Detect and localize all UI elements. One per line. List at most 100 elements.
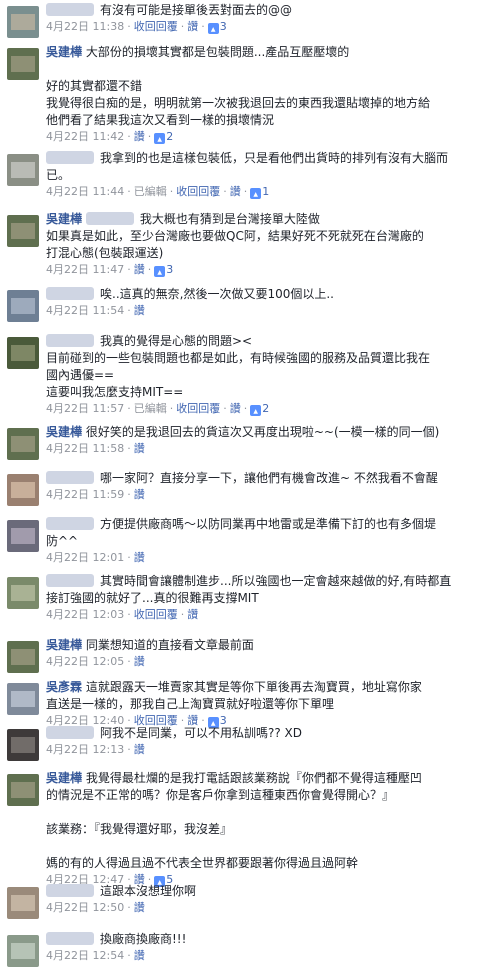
redacted-name <box>46 726 94 739</box>
like-link[interactable]: 讚 <box>187 20 198 33</box>
commenter-name[interactable]: 吳建樺 <box>46 771 82 785</box>
commenter-name[interactable]: 吳建樺 <box>46 212 82 226</box>
comment-text-line: 有沒有可能是接單後丟對面去的@@ <box>46 2 482 19</box>
thumbs-up-icon: ▲ <box>207 23 219 34</box>
comment-time[interactable]: 4月22日 11:59 <box>46 488 124 501</box>
avatar[interactable] <box>7 729 39 761</box>
comment-text: 方便提供廠商嗎～以防同業再中地雷或是準備下訂的也有多個堤 <box>100 517 437 531</box>
avatar[interactable] <box>7 641 39 673</box>
comment-text: 我真的覺得是心態的問題>< <box>100 334 253 348</box>
comment-text: 有沒有可能是接單後丟對面去的@@ <box>100 3 293 17</box>
like-link[interactable]: 讚 <box>134 304 145 317</box>
like-link[interactable]: 讚 <box>134 655 145 668</box>
comment-time[interactable]: 4月22日 11:44 <box>46 185 124 198</box>
comment-time[interactable]: 4月22日 11:57 <box>46 402 124 415</box>
thumbs-up-icon: ▲ <box>250 405 262 416</box>
separator: · <box>201 20 205 33</box>
comment-body: 吳建樺 我覺得最杜爛的是我打電話跟該業務說『你們都不覺得這種壓凹 的情況是不正常的… <box>46 770 482 888</box>
comment-body: 阿我不是同業，可以不用私訓嗎?? XD 4月22日 12:13 · 讚 <box>46 725 482 758</box>
avatar[interactable] <box>7 474 39 506</box>
like-link[interactable]: 讚 <box>230 402 241 415</box>
retract-reply-link[interactable]: 收回回覆 <box>176 402 220 415</box>
commenter-name[interactable]: 吳建樺 <box>46 425 82 439</box>
comment-time[interactable]: 4月22日 12:03 <box>46 608 124 621</box>
like-link[interactable]: 讚 <box>134 949 145 962</box>
comment-text: 如果真是如此，至少台灣廠也要做QC阿，結果好死不死就死在台灣廠的 <box>46 229 424 243</box>
like-count[interactable]: ▲ 3 <box>154 263 173 277</box>
avatar[interactable] <box>7 520 39 552</box>
like-link[interactable]: 讚 <box>134 901 145 914</box>
avatar-face <box>11 691 35 707</box>
separator: · <box>147 263 152 276</box>
comment-text-line <box>46 804 482 821</box>
like-link[interactable]: 讚 <box>134 442 145 455</box>
avatar-face <box>11 649 35 665</box>
comment-text: 國內遇優== <box>46 368 115 382</box>
commenter-name[interactable]: 吳建樺 <box>46 638 82 652</box>
avatar[interactable] <box>7 290 39 322</box>
edited-label[interactable]: 已編輯 <box>134 185 167 198</box>
comment-time[interactable]: 4月22日 12:05 <box>46 655 124 668</box>
like-link[interactable]: 讚 <box>134 551 145 564</box>
avatar[interactable] <box>7 428 39 460</box>
avatar-face <box>11 436 35 452</box>
separator: · <box>127 488 131 501</box>
comment-text: 我大概也有猜到是台灣接單大陸做 <box>139 212 320 226</box>
retract-reply-link[interactable]: 收回回覆 <box>176 185 220 198</box>
avatar[interactable] <box>7 215 39 247</box>
avatar[interactable] <box>7 935 39 967</box>
comment-text-line: 其實時間會讓體制進步...所以強國也一定會越來越做的好,有時都直 <box>46 573 482 590</box>
comment-time[interactable]: 4月22日 11:54 <box>46 304 124 317</box>
comment-time[interactable]: 4月22日 11:42 <box>46 130 124 143</box>
like-link[interactable]: 讚 <box>187 608 198 621</box>
like-link[interactable]: 讚 <box>134 743 145 756</box>
like-count[interactable]: ▲ 1 <box>250 185 269 199</box>
redacted-name <box>46 932 94 945</box>
comment-text-line: 防^^ <box>46 533 482 550</box>
comment-body: 吳建樺 很好笑的是我退回去的貨這次又再度出現啦~~(一模一樣的同一個) 4月22日… <box>46 424 482 457</box>
commenter-name[interactable]: 吳彥霖 <box>46 680 82 694</box>
comment-time[interactable]: 4月22日 12:50 <box>46 901 124 914</box>
comment-time[interactable]: 4月22日 11:58 <box>46 442 124 455</box>
avatar-face <box>11 585 35 601</box>
comment-text-line: 哪一家阿？直接分享一下，讓他們有機會改進~ 不然我看不會醒 <box>46 470 482 487</box>
comment-text: 我覺得很白痴的是，明明就第一次被我退回去的東西我還貼壞掉的地方給 <box>46 96 431 110</box>
commenter-name[interactable]: 吳建樺 <box>46 45 82 59</box>
like-link[interactable]: 讚 <box>134 130 145 143</box>
comment-time[interactable]: 4月22日 11:38 <box>46 20 124 33</box>
comment-text: 這就跟露天一堆賣家其實是等你下單後再去淘寶買，地址寫你家 <box>85 680 422 694</box>
comment-time[interactable]: 4月22日 12:54 <box>46 949 124 962</box>
avatar[interactable] <box>7 154 39 186</box>
avatar[interactable] <box>7 6 39 38</box>
comment-meta: 4月22日 12:01 · 讚 <box>46 550 482 566</box>
comment-text-line: 換廠商換廠商!!! <box>46 931 482 948</box>
comment-time[interactable]: 4月22日 11:47 <box>46 263 124 276</box>
like-link[interactable]: 讚 <box>134 488 145 501</box>
like-count[interactable]: ▲ 3 <box>207 20 227 34</box>
redacted-name <box>46 517 94 530</box>
comment-text-line: 唉..這真的無奈,然後一次做又要100個以上.. <box>46 286 482 303</box>
like-link[interactable]: 讚 <box>134 263 145 276</box>
avatar[interactable] <box>7 887 39 919</box>
comment-time[interactable]: 4月22日 12:13 <box>46 743 124 756</box>
edited-label[interactable]: 已編輯 <box>134 402 167 415</box>
avatar[interactable] <box>7 683 39 715</box>
like-count-value: 2 <box>262 402 270 415</box>
comment-text-line: 我拿到的也是這樣包裝低，只是看他們出貨時的排列有沒有大腦而 <box>46 150 482 167</box>
avatar-face <box>11 482 35 498</box>
avatar-face <box>11 895 35 911</box>
retract-reply-link[interactable]: 收回回覆 <box>134 608 178 621</box>
like-count[interactable]: ▲ 2 <box>250 402 270 416</box>
retract-reply-link[interactable]: 收回回覆 <box>134 20 178 33</box>
like-count-value: 2 <box>166 130 174 143</box>
avatar[interactable] <box>7 774 39 806</box>
like-link[interactable]: 讚 <box>230 185 241 198</box>
avatar-face <box>11 14 35 30</box>
separator: · <box>169 402 174 415</box>
comment-time[interactable]: 4月22日 12:01 <box>46 551 124 564</box>
avatar[interactable] <box>7 48 39 80</box>
avatar[interactable] <box>7 577 39 609</box>
avatar[interactable] <box>7 337 39 369</box>
like-count[interactable]: ▲ 2 <box>154 130 174 144</box>
separator: · <box>127 901 131 914</box>
